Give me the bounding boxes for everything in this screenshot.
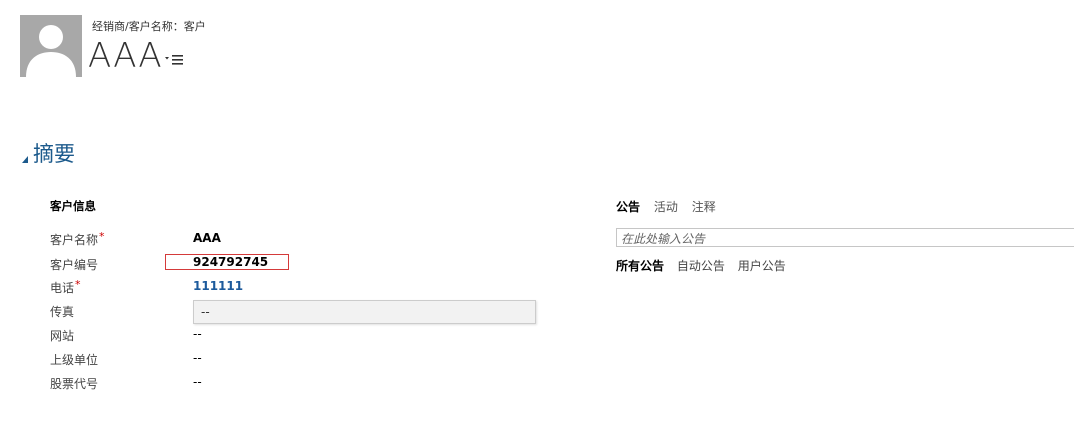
collapse-triangle-icon[interactable] <box>21 150 31 163</box>
tab-notes[interactable]: 注释 <box>692 198 716 215</box>
group-title: 客户信息 <box>50 199 96 213</box>
filter-all-posts[interactable]: 所有公告 <box>616 257 664 274</box>
customer-name-value[interactable]: AAA <box>193 231 221 245</box>
section-title[interactable]: 摘要 <box>33 140 75 168</box>
form-selector-menu-icon[interactable] <box>164 52 186 68</box>
required-marker: * <box>75 278 81 291</box>
website-label: 网站 <box>50 329 75 343</box>
avatar[interactable] <box>20 15 82 77</box>
parent-account-label: 上级单位 <box>50 353 99 367</box>
customer-name-label: 客户名称* <box>50 230 105 247</box>
customer-number-label: 客户编号 <box>50 258 99 272</box>
record-title: AAA <box>88 36 163 76</box>
ticker-symbol-label: 股票代号 <box>50 377 99 391</box>
breadcrumb: 经销商/客户名称：客户 <box>92 20 206 33</box>
post-filters: 所有公告 自动公告 用户公告 <box>616 257 795 274</box>
customer-number-value[interactable]: 924792745 <box>193 255 268 269</box>
post-input[interactable]: 在此处输入公告 <box>616 228 1074 247</box>
required-marker: * <box>99 230 105 243</box>
tab-activities[interactable]: 活动 <box>654 198 678 215</box>
phone-value[interactable]: 111111 <box>193 279 243 293</box>
phone-label: 电话* <box>50 278 81 295</box>
fax-input[interactable]: -- <box>193 300 536 324</box>
website-value[interactable]: -- <box>193 327 202 341</box>
ticker-symbol-value[interactable]: -- <box>193 375 202 389</box>
filter-user-posts[interactable]: 用户公告 <box>738 257 786 274</box>
filter-auto-posts[interactable]: 自动公告 <box>677 257 725 274</box>
social-tabs: 公告 活动 注释 <box>616 198 726 215</box>
parent-account-value[interactable]: -- <box>193 351 202 365</box>
person-icon <box>26 25 76 77</box>
fax-label: 传真 <box>50 305 75 319</box>
tab-posts[interactable]: 公告 <box>616 198 640 215</box>
